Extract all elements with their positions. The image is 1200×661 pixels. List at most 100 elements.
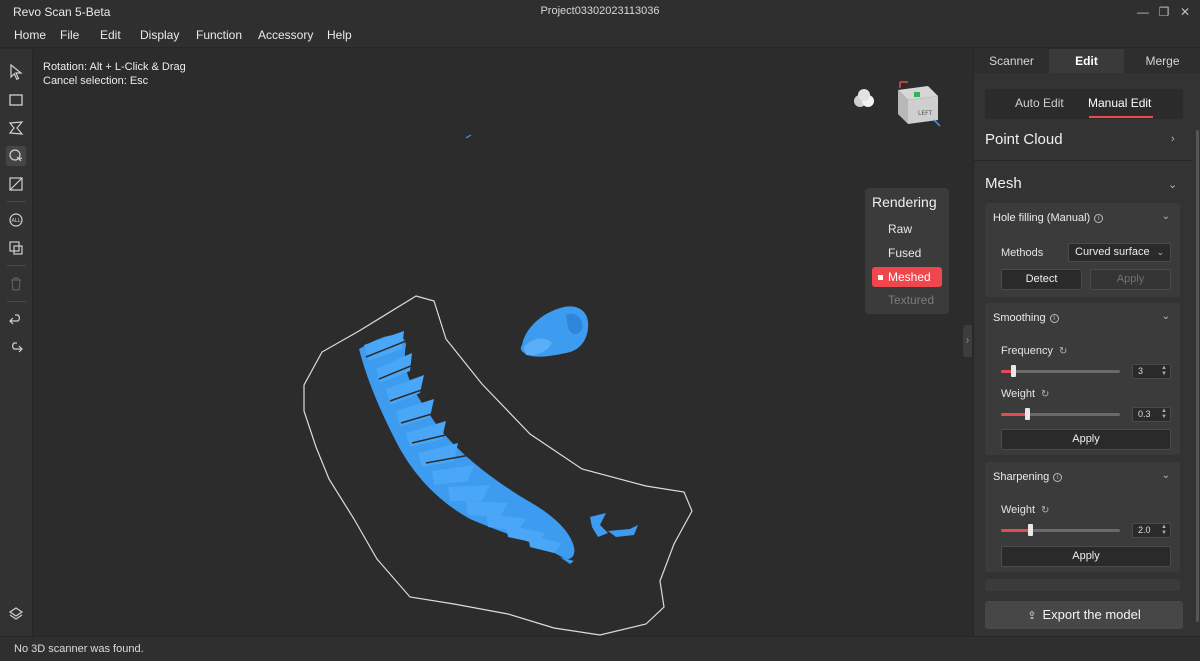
close-icon[interactable]: ✕: [1176, 3, 1194, 21]
methods-select[interactable]: Curved surface ⌄: [1068, 243, 1171, 262]
right-panel: Scanner Edit Merge Auto Edit Manual Edit…: [973, 49, 1200, 636]
menu-file[interactable]: File: [60, 28, 79, 42]
redo-icon[interactable]: [6, 338, 26, 358]
scan-scene[interactable]: [34, 49, 972, 636]
panel-tabs: Scanner Edit Merge: [974, 49, 1200, 73]
export-model-button[interactable]: ⇪ Export the model: [985, 601, 1183, 629]
frequency-slider-thumb[interactable]: [1010, 365, 1016, 377]
subtab-active-indicator: [1089, 116, 1153, 118]
sharpening-weight-fill: [1001, 529, 1030, 532]
rendering-option-fused[interactable]: Fused: [872, 243, 942, 263]
view-cube-icon: LEFT: [898, 81, 941, 127]
title-bar: Revo Scan 5-Beta Project03302023113036 —…: [0, 0, 1200, 24]
info-icon[interactable]: i: [1049, 314, 1059, 323]
frequency-spinbox[interactable]: 3 ▲ ▼: [1132, 364, 1171, 379]
smoothing-card: Smoothing i ⌄ Frequency ↻ 3 ▲ ▼ Weight ↻ 0.3 ▲…: [985, 303, 1180, 455]
svg-text:ALL: ALL: [12, 218, 21, 224]
menu-accessory[interactable]: Accessory: [258, 28, 313, 42]
svg-text:LEFT: LEFT: [918, 110, 932, 117]
section-mesh[interactable]: Mesh: [985, 175, 1022, 192]
smoothing-apply-button[interactable]: Apply: [1001, 429, 1171, 450]
undo-icon[interactable]: [6, 310, 26, 330]
3d-viewport[interactable]: Rotation: Alt + L-Click & Drag Cancel se…: [34, 49, 972, 636]
panel-scrollbar[interactable]: [1196, 130, 1199, 622]
info-icon[interactable]: i: [1053, 473, 1063, 482]
smoothing-weight-spinbox[interactable]: 0.3 ▲ ▼: [1132, 407, 1171, 422]
menu-help[interactable]: Help: [327, 28, 352, 42]
smoothing-weight-thumb[interactable]: [1025, 408, 1031, 420]
invert-select-icon[interactable]: [6, 174, 26, 194]
menu-edit[interactable]: Edit: [100, 28, 121, 42]
sharpening-weight-spinbox[interactable]: 2.0 ▲ ▼: [1132, 523, 1171, 538]
left-toolbar: ALL: [0, 49, 33, 636]
status-bar: No 3D scanner was found.: [0, 636, 1200, 661]
smoothing-weight-fill: [1001, 413, 1028, 416]
rendering-panel: Rendering Raw Fused Meshed Textured: [865, 188, 949, 314]
minimize-icon[interactable]: —: [1134, 3, 1152, 21]
rectangle-select-icon[interactable]: [6, 90, 26, 110]
spin-arrows-icon[interactable]: ▲ ▼: [1161, 365, 1167, 377]
smoothing-weight-slider[interactable]: [1001, 408, 1120, 420]
brush-select-icon[interactable]: [6, 146, 26, 166]
hole-filling-card: Hole filling (Manual) i ⌄ Methods Curved …: [985, 203, 1180, 297]
rendering-title: Rendering: [872, 194, 937, 210]
shading-spheres-icon: [854, 89, 874, 107]
frequency-label: Frequency: [1001, 345, 1053, 357]
chevron-down-icon[interactable]: ⌄: [1168, 178, 1177, 191]
layers-icon[interactable]: [6, 604, 26, 624]
tab-merge[interactable]: Merge: [1124, 49, 1200, 73]
spin-arrows-icon[interactable]: ▲ ▼: [1161, 524, 1167, 536]
status-text: No 3D scanner was found.: [14, 643, 144, 655]
sharpening-apply-button[interactable]: Apply: [1001, 546, 1171, 567]
chevron-down-icon: ⌄: [1156, 247, 1164, 257]
info-icon[interactable]: i: [1094, 214, 1104, 223]
spine-mesh: [359, 331, 575, 564]
chevron-down-icon[interactable]: ⌄: [1162, 211, 1170, 222]
rendering-option-meshed[interactable]: Meshed: [872, 267, 942, 287]
detect-button[interactable]: Detect: [1001, 269, 1082, 290]
tab-scanner[interactable]: Scanner: [974, 49, 1049, 73]
menu-home[interactable]: Home: [14, 28, 46, 42]
edit-subtabs: Auto Edit Manual Edit: [985, 89, 1183, 119]
sharpening-weight-slider[interactable]: [1001, 524, 1120, 536]
frequency-slider[interactable]: [1001, 365, 1120, 377]
rendering-option-raw[interactable]: Raw: [872, 219, 942, 239]
hole-filling-title: Hole filling (Manual): [993, 212, 1091, 224]
collapsed-card: [985, 579, 1180, 591]
project-title: Project03302023113036: [540, 5, 660, 17]
export-icon: ⇪: [1027, 610, 1037, 622]
methods-label: Methods: [1001, 247, 1044, 259]
sharpening-weight-thumb[interactable]: [1027, 524, 1033, 536]
menu-display[interactable]: Display: [140, 28, 179, 42]
chevron-down-icon[interactable]: ⌄: [1162, 311, 1170, 322]
chevron-down-icon[interactable]: ⌄: [1162, 470, 1170, 481]
spin-arrows-icon[interactable]: ▲ ▼: [1161, 408, 1167, 420]
sharpening-title: Sharpening: [993, 471, 1050, 483]
copy-select-icon[interactable]: [6, 238, 26, 258]
reset-icon[interactable]: ↻: [1059, 346, 1067, 357]
lasso-select-icon[interactable]: [6, 118, 26, 138]
sharpening-card: Sharpening i ⌄ Weight ↻ 2.0 ▲ ▼ Apply: [985, 462, 1180, 572]
subtab-manual-edit[interactable]: Manual Edit: [1088, 96, 1151, 110]
rendering-option-textured: Textured: [888, 293, 935, 307]
smoothing-weight-label: Weight: [1001, 388, 1036, 400]
smoothing-title: Smoothing: [993, 312, 1046, 324]
mesh-clean-icon[interactable]: ALL: [6, 210, 26, 230]
menu-bar: Home File Edit Display Function Accessor…: [0, 24, 1200, 48]
restore-icon[interactable]: ❐: [1155, 3, 1173, 21]
select-arrow-icon[interactable]: [6, 62, 26, 82]
delete-icon[interactable]: [6, 274, 26, 294]
sharpening-weight-label: Weight: [1001, 504, 1036, 516]
chevron-right-icon[interactable]: ›: [1171, 133, 1175, 145]
view-gizmo[interactable]: LEFT: [850, 78, 944, 130]
reset-icon[interactable]: ↻: [1041, 505, 1049, 516]
fragment-mesh: [590, 513, 638, 537]
subtab-auto-edit[interactable]: Auto Edit: [1015, 96, 1064, 110]
menu-function[interactable]: Function: [196, 28, 242, 42]
hole-apply-button[interactable]: Apply: [1090, 269, 1171, 290]
section-point-cloud[interactable]: Point Cloud: [985, 131, 1063, 148]
panel-collapse-handle[interactable]: ›: [963, 325, 972, 357]
tab-edit[interactable]: Edit: [1049, 49, 1124, 73]
reset-icon[interactable]: ↻: [1041, 389, 1049, 400]
skull-mesh: [520, 306, 589, 357]
